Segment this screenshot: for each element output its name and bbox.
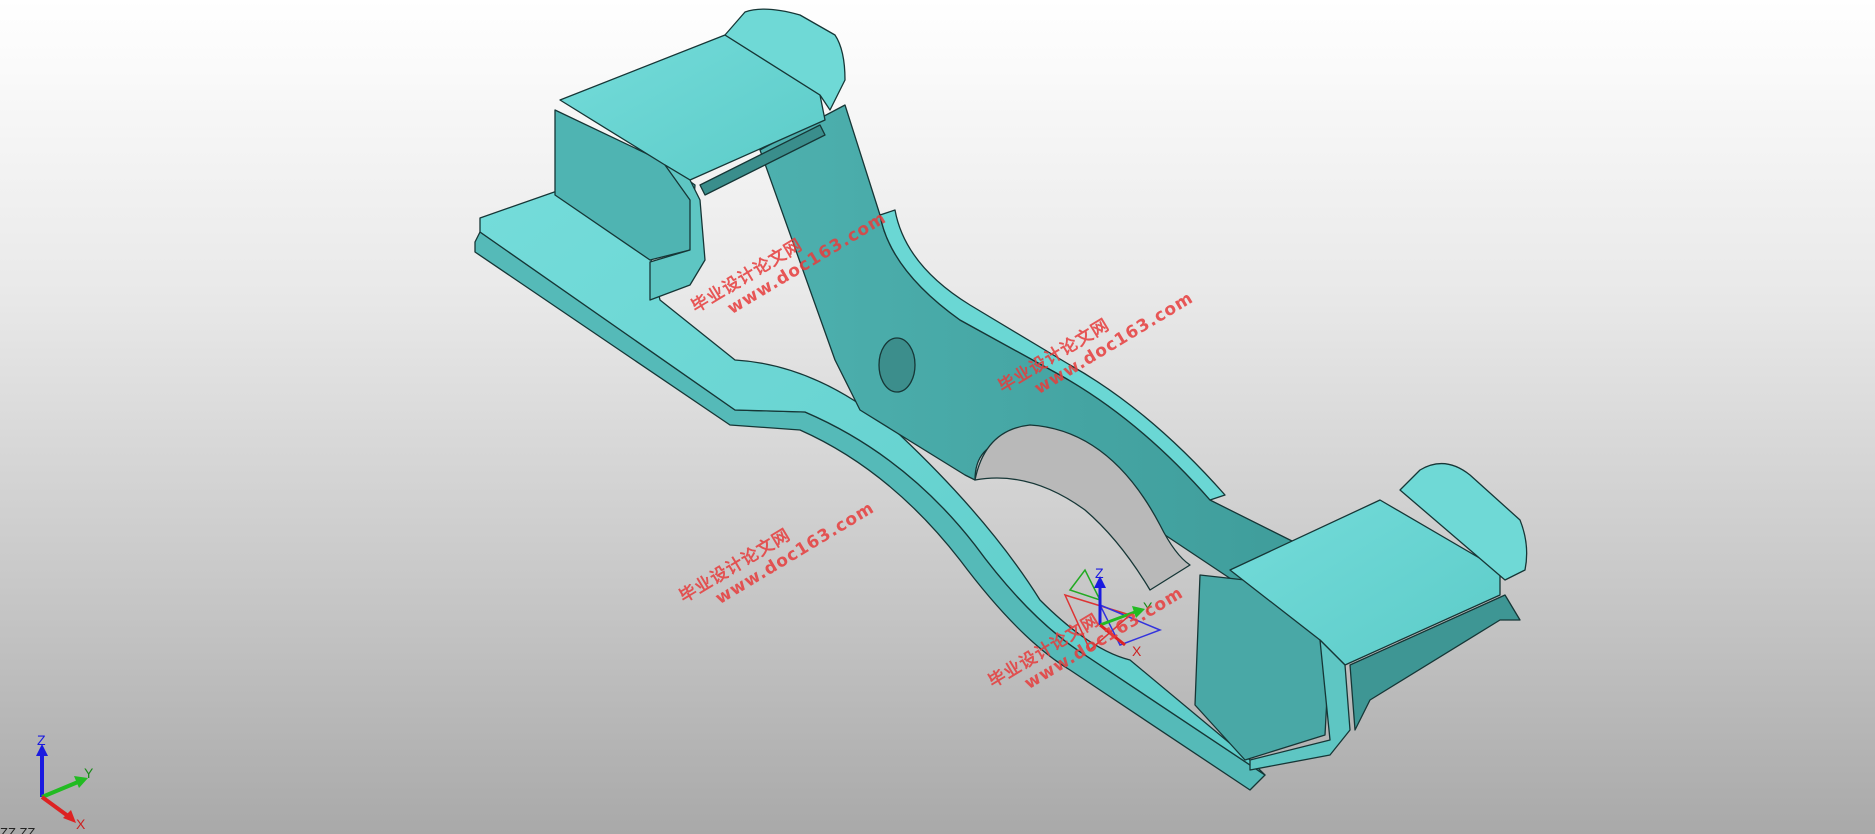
view-y-label: Y bbox=[84, 765, 94, 781]
view-x-label: X bbox=[76, 816, 86, 832]
cad-viewport[interactable]: Z Y X Z Y X 毕业设计论文网 www.doc163.com 毕业设计论文… bbox=[0, 0, 1875, 834]
caliper-bracket-model[interactable] bbox=[474, 8, 1528, 791]
triad-z-label: Z bbox=[1095, 565, 1104, 581]
status-text: ZZ.ZZ bbox=[0, 825, 36, 834]
view-x-axis bbox=[40, 795, 70, 818]
triad-y-label: Y bbox=[1143, 599, 1153, 615]
web-hole bbox=[878, 337, 916, 393]
view-orientation-triad[interactable]: Z Y X bbox=[36, 732, 94, 832]
triad-x-label: X bbox=[1132, 643, 1142, 659]
view-z-label: Z bbox=[37, 732, 46, 748]
triad-x-axis bbox=[1099, 623, 1126, 647]
view-y-axis bbox=[41, 780, 79, 799]
model-canvas[interactable]: Z Y X Z Y X bbox=[0, 0, 1875, 834]
